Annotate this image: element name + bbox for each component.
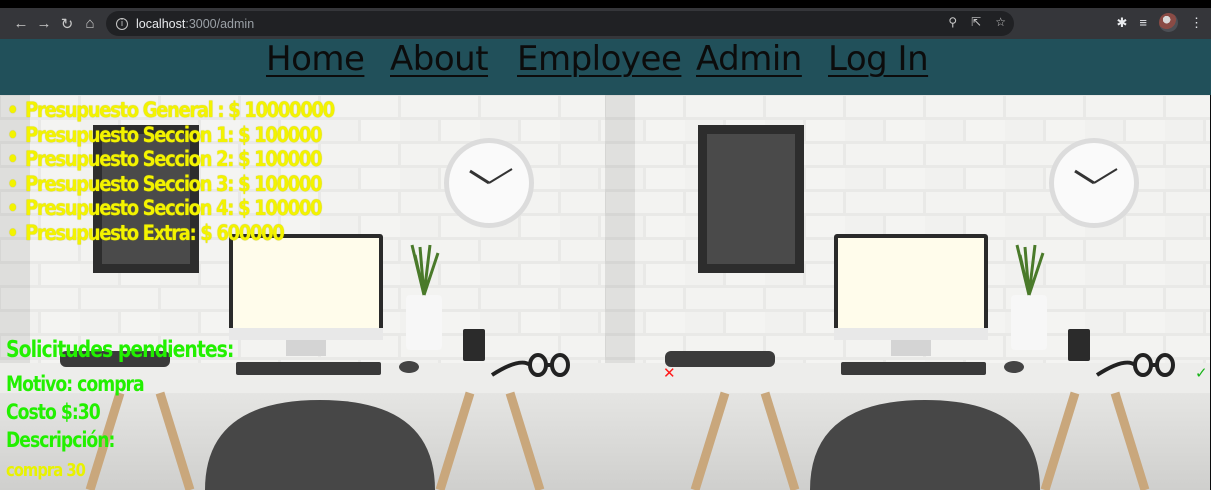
nav-link-home[interactable]: Home bbox=[266, 39, 365, 79]
pending-requests: Solicitudes pendientes: Motivo: compra C… bbox=[6, 337, 283, 481]
address-bar[interactable]: i localhost:3000/admin ⚲ ⇱ ☆ bbox=[106, 11, 1014, 36]
admin-content: Presupuesto General : $ 10000000 Presupu… bbox=[0, 95, 1211, 490]
request-costo: Costo $:30 bbox=[6, 400, 101, 424]
extensions-icon[interactable]: ✱ bbox=[1117, 15, 1128, 31]
url-text[interactable]: localhost:3000/admin bbox=[136, 17, 254, 31]
nav-link-about[interactable]: About bbox=[390, 39, 489, 79]
omnibox-actions: ⚲ ⇱ ☆ bbox=[948, 15, 1006, 29]
budget-item-section-3: Presupuesto Seccion 3: $ 100000 bbox=[7, 172, 334, 197]
request-description-value: compra 30 bbox=[6, 460, 86, 481]
nav-link-employee[interactable]: Employee bbox=[517, 39, 682, 79]
request-motivo: Motivo: compra bbox=[6, 372, 145, 396]
site-navbar: Home About Employee Admin Log In bbox=[0, 39, 1211, 95]
back-arrow-icon[interactable]: ← bbox=[11, 14, 31, 34]
budget-item-extra: Presupuesto Extra: $ 600000 bbox=[7, 221, 334, 246]
toolbar-right-icons: ✱ ≡ ⋮ bbox=[1117, 13, 1203, 32]
budget-item-section-2: Presupuesto Seccion 2: $ 100000 bbox=[7, 147, 334, 172]
request-description-label: Descripción: bbox=[6, 428, 115, 452]
home-icon[interactable]: ⌂ bbox=[80, 14, 100, 34]
reading-list-icon[interactable]: ≡ bbox=[1139, 15, 1147, 30]
menu-dots-icon[interactable]: ⋮ bbox=[1190, 15, 1203, 31]
zoom-icon[interactable]: ⚲ bbox=[948, 15, 957, 29]
star-icon[interactable]: ☆ bbox=[995, 15, 1006, 29]
url-host: localhost bbox=[136, 16, 186, 31]
info-icon[interactable]: i bbox=[116, 17, 128, 30]
profile-avatar[interactable] bbox=[1159, 13, 1178, 32]
budget-item-general: Presupuesto General : $ 10000000 bbox=[7, 98, 335, 123]
approve-request-button[interactable]: ✓ bbox=[1195, 366, 1208, 381]
budget-item-section-4: Presupuesto Seccion 4: $ 100000 bbox=[7, 196, 334, 221]
nav-link-login[interactable]: Log In bbox=[828, 39, 929, 79]
share-icon[interactable]: ⇱ bbox=[971, 15, 981, 29]
forward-arrow-icon[interactable]: → bbox=[34, 14, 54, 34]
reload-icon[interactable]: ↻ bbox=[57, 14, 77, 34]
pending-requests-title: Solicitudes pendientes: bbox=[6, 337, 234, 363]
nav-link-admin[interactable]: Admin bbox=[696, 39, 802, 79]
window-top-edge bbox=[0, 0, 1211, 8]
reject-request-button[interactable]: ✕ bbox=[663, 366, 676, 381]
budget-item-section-1: Presupuesto Seccion 1: $ 100000 bbox=[7, 123, 334, 148]
browser-toolbar: ← → ↻ ⌂ i localhost:3000/admin ⚲ ⇱ ☆ ✱ ≡… bbox=[0, 8, 1211, 39]
url-path: :3000/admin bbox=[185, 16, 255, 31]
budget-list: Presupuesto General : $ 10000000 Presupu… bbox=[7, 98, 387, 245]
background-image-repeat bbox=[605, 95, 1210, 490]
